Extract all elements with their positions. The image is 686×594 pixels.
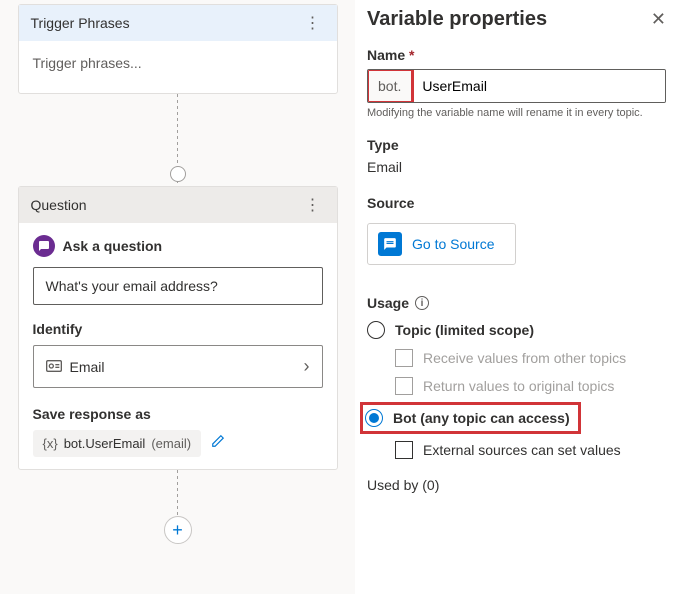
- edit-icon[interactable]: [211, 435, 225, 451]
- usage-bot-label: Bot (any topic can access): [393, 410, 570, 426]
- source-link-text: Go to Source: [412, 236, 495, 252]
- receive-values-checkbox: Receive values from other topics: [395, 349, 666, 367]
- question-node[interactable]: Question ⋮ Ask a question What's your em…: [18, 186, 338, 470]
- join-circle: [170, 166, 186, 182]
- close-icon[interactable]: ✕: [651, 9, 666, 30]
- usage-topic-radio[interactable]: Topic (limited scope): [367, 321, 666, 339]
- radio-icon: [365, 409, 383, 427]
- variable-icon: {x}: [43, 436, 58, 451]
- save-response-label: Save response as: [33, 406, 323, 422]
- name-input[interactable]: [412, 70, 665, 102]
- question-title: Question: [31, 197, 87, 213]
- chevron-right-icon: ›: [304, 356, 310, 377]
- variable-name: bot.UserEmail: [64, 436, 146, 451]
- return-values-checkbox: Return values to original topics: [395, 377, 666, 395]
- add-node-button[interactable]: +: [164, 516, 192, 544]
- trigger-node[interactable]: Trigger Phrases ⋮ Trigger phrases...: [18, 4, 338, 94]
- name-input-row: bot.: [367, 69, 666, 103]
- go-to-source-button[interactable]: Go to Source: [367, 223, 516, 265]
- radio-icon: [367, 321, 385, 339]
- connector-line: [177, 94, 178, 174]
- ask-question-label: Ask a question: [63, 238, 163, 254]
- name-helper: Modifying the variable name will rename …: [367, 107, 666, 119]
- source-icon: [378, 232, 402, 256]
- trigger-placeholder[interactable]: Trigger phrases...: [19, 41, 337, 93]
- panel-title: Variable properties: [367, 8, 547, 31]
- more-icon[interactable]: ⋮: [301, 13, 325, 33]
- source-label: Source: [367, 195, 666, 211]
- external-sources-label: External sources can set values: [423, 442, 621, 458]
- variable-chip[interactable]: {x} bot.UserEmail (email): [33, 430, 202, 457]
- info-icon[interactable]: i: [415, 296, 429, 310]
- receive-values-label: Receive values from other topics: [423, 350, 626, 366]
- identify-select[interactable]: Email ›: [33, 345, 323, 388]
- usage-bot-radio[interactable]: Bot (any topic can access): [365, 409, 570, 427]
- return-values-label: Return values to original topics: [423, 378, 614, 394]
- identify-label: Identify: [33, 321, 323, 337]
- chat-icon: [33, 235, 55, 257]
- usage-topic-label: Topic (limited scope): [395, 322, 534, 338]
- name-label: Name *: [367, 47, 666, 63]
- checkbox-icon: [395, 377, 413, 395]
- checkbox-icon: [395, 441, 413, 459]
- type-label: Type: [367, 137, 666, 153]
- variable-properties-panel: Variable properties ✕ Name * bot. Modify…: [355, 0, 686, 594]
- trigger-title: Trigger Phrases: [31, 15, 130, 31]
- card-icon: [46, 359, 62, 375]
- canvas: Trigger Phrases ⋮ Trigger phrases... Que…: [0, 0, 355, 594]
- name-prefix: bot.: [368, 70, 412, 102]
- question-prompt-input[interactable]: What's your email address?: [33, 267, 323, 305]
- usage-label: Usage i: [367, 295, 666, 311]
- more-icon[interactable]: ⋮: [301, 195, 325, 215]
- identify-value: Email: [70, 359, 105, 375]
- external-sources-checkbox[interactable]: External sources can set values: [395, 441, 666, 459]
- type-value: Email: [367, 159, 666, 175]
- checkbox-icon: [395, 349, 413, 367]
- used-by-label: Used by (0): [367, 477, 666, 493]
- variable-type: (email): [151, 436, 191, 451]
